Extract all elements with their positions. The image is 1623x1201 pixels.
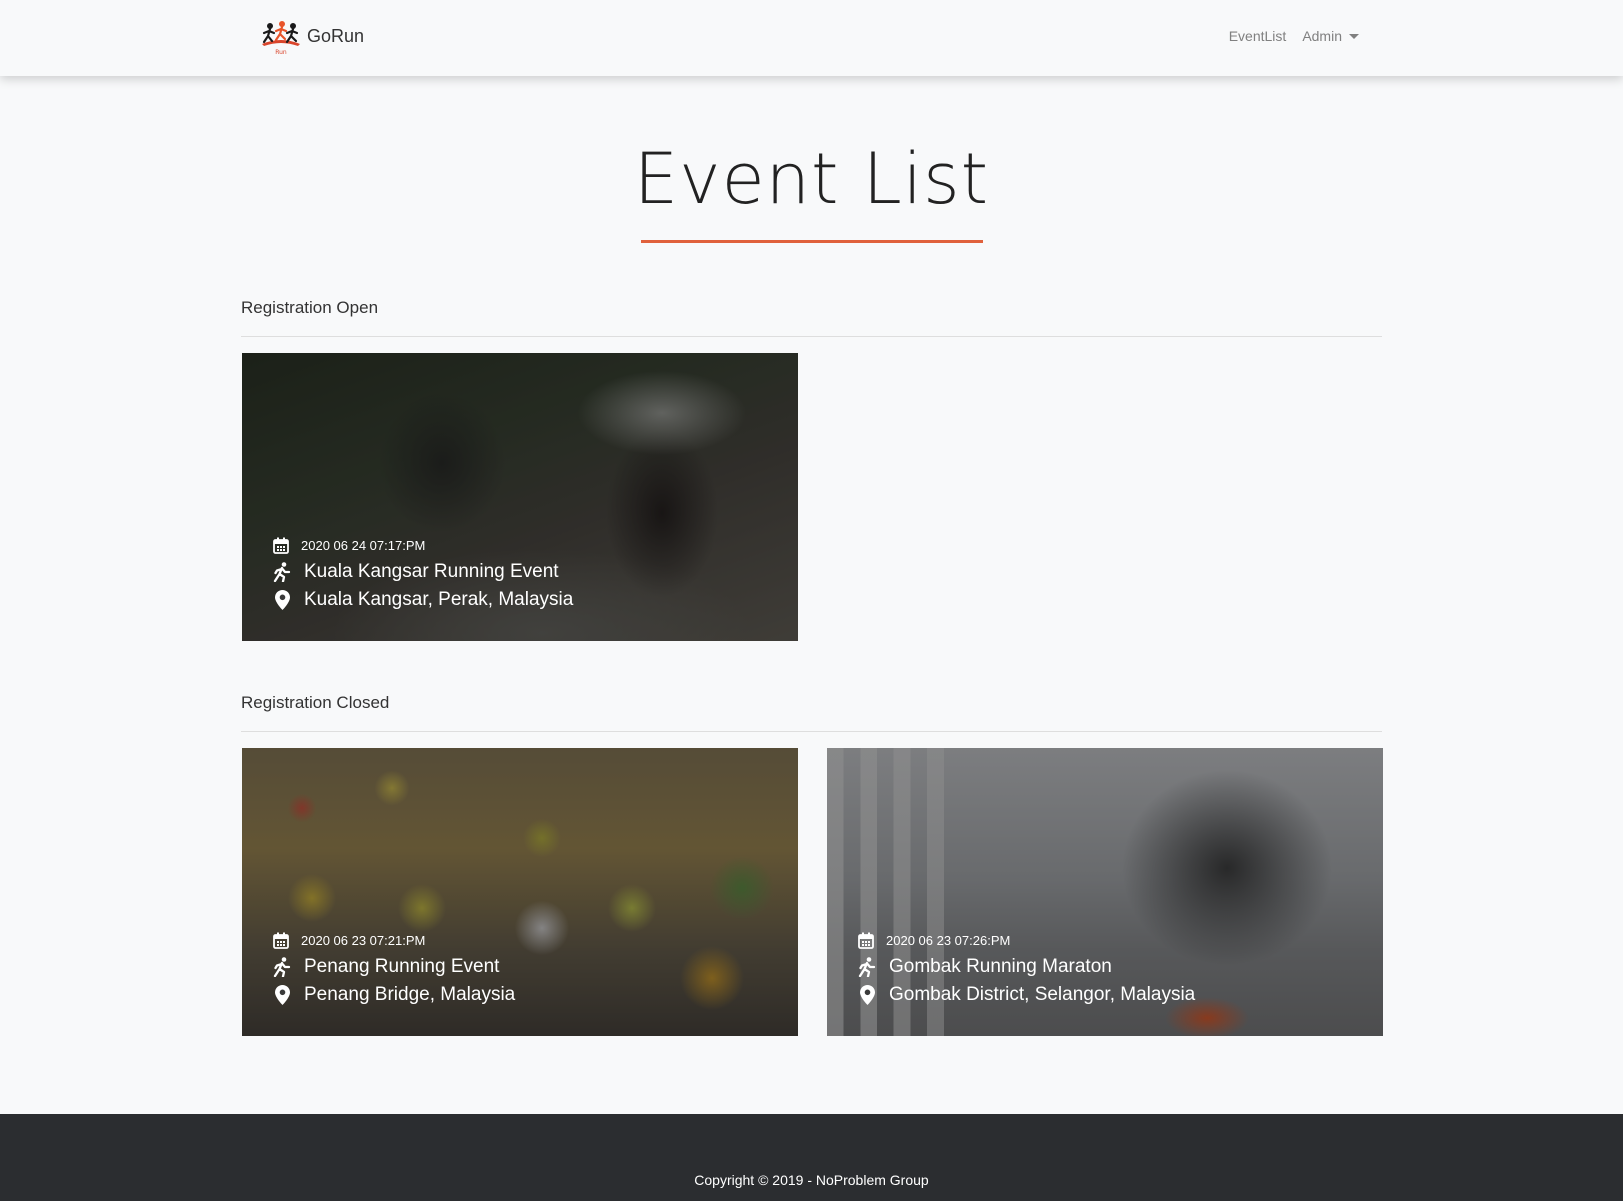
calendar-icon: [272, 536, 290, 554]
title-underline: [641, 240, 983, 243]
event-name: Gombak Running Maraton: [889, 956, 1112, 977]
top-navbar: Run GoRun EventList Admin: [0, 0, 1623, 76]
section-divider: [241, 336, 1382, 337]
event-info: 2020 06 23 07:21:PM Penang Running Event…: [272, 931, 515, 1006]
event-location: Gombak District, Selangor, Malaysia: [889, 984, 1196, 1005]
page-title: Event List: [633, 138, 990, 220]
event-info: 2020 06 23 07:26:PM Gombak Running Marat…: [857, 931, 1195, 1006]
footer-copyright: Copyright © 2019 - NoProblem Group: [694, 1172, 929, 1188]
admin-dropdown-toggle[interactable]: Admin: [1302, 28, 1359, 44]
calendar-icon: [857, 931, 875, 949]
event-location: Penang Bridge, Malaysia: [304, 984, 516, 1005]
map-pin-icon: [272, 590, 292, 610]
map-pin-icon: [857, 985, 877, 1005]
event-card[interactable]: 2020 06 23 07:21:PM Penang Running Event…: [242, 748, 798, 1036]
runner-icon: [857, 957, 877, 977]
event-datetime: 2020 06 24 07:17:PM: [301, 537, 426, 553]
footer: Copyright © 2019 - NoProblem Group: [0, 1114, 1623, 1201]
event-card[interactable]: 2020 06 24 07:17:PM Kuala Kangsar Runnin…: [242, 353, 798, 641]
event-location: Kuala Kangsar, Perak, Malaysia: [304, 589, 574, 610]
event-name: Kuala Kangsar Running Event: [304, 561, 559, 582]
brand-name: GoRun: [307, 25, 365, 46]
event-name: Penang Running Event: [304, 956, 500, 977]
event-datetime: 2020 06 23 07:21:PM: [301, 932, 426, 948]
section-heading-closed: Registration Closed: [241, 693, 390, 712]
event-card[interactable]: 2020 06 23 07:26:PM Gombak Running Marat…: [827, 748, 1383, 1036]
calendar-icon: [272, 931, 290, 949]
nav-links: EventList Admin: [1229, 28, 1359, 44]
nav-link-eventlist[interactable]: EventList: [1229, 28, 1287, 44]
map-pin-icon: [272, 985, 292, 1005]
runner-icon: [272, 562, 292, 582]
section-divider: [241, 731, 1382, 732]
event-info: 2020 06 24 07:17:PM Kuala Kangsar Runnin…: [272, 536, 573, 611]
runner-icon: [272, 957, 292, 977]
admin-label: Admin: [1302, 28, 1342, 44]
section-heading-open: Registration Open: [241, 298, 379, 317]
event-datetime: 2020 06 23 07:26:PM: [886, 932, 1011, 948]
caret-down-icon: [1349, 33, 1359, 39]
gorun-logo-icon: Run: [262, 21, 300, 56]
logo-caption: Run: [275, 49, 287, 56]
brand-link[interactable]: Run GoRun: [258, 18, 364, 56]
